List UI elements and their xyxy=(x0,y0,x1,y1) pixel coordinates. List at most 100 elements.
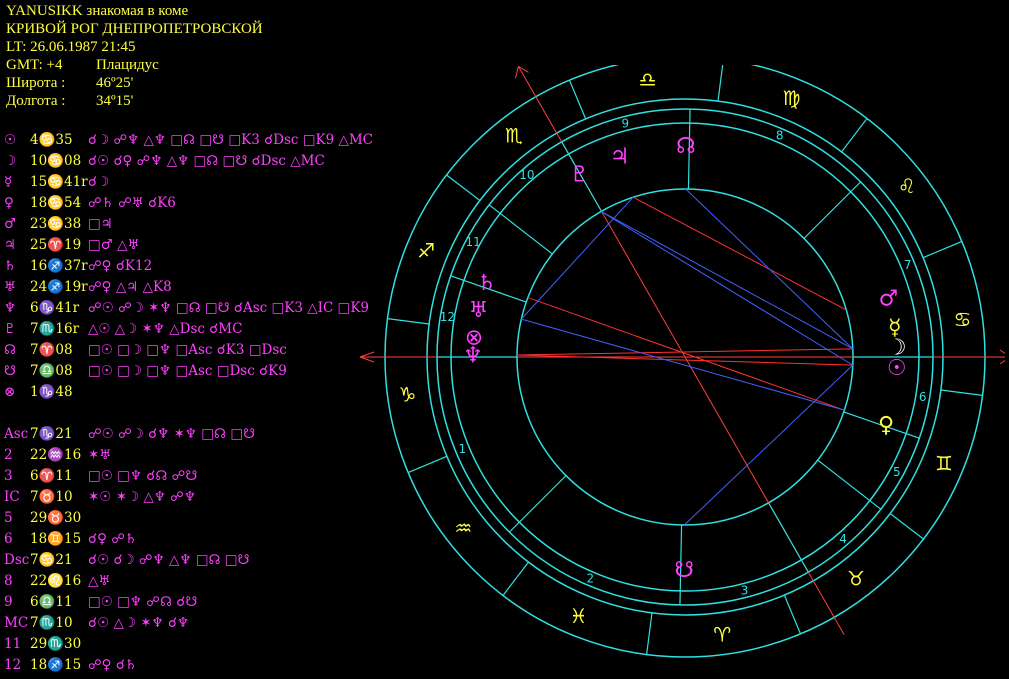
planet-table: ☉ 4♋35 ☌☽ ☍♆ △♆ □☊ □☋ □K3 ☌Dsc □K9 △MC ☽ 10♋… xyxy=(4,130,373,403)
house-label: 12 xyxy=(4,657,22,673)
house-cusp xyxy=(768,502,809,573)
planet-glyph: ☋ xyxy=(674,558,694,583)
planet-position: 25♈19 xyxy=(30,237,82,253)
house-position: 7♑21 xyxy=(30,426,73,442)
house-cusp xyxy=(488,204,553,255)
house-position: 7♉10 xyxy=(30,489,73,505)
house-position: 18♐15 xyxy=(30,657,82,673)
latitude-label: Широта : xyxy=(6,75,66,91)
house-position: 22♌16 xyxy=(30,573,82,589)
longitude-value: 34º15' xyxy=(96,93,134,109)
house-label: 3 xyxy=(4,468,13,484)
house-aspects: ☌☉ ☌☽ ☍♆ △♆ □☊ □☋ xyxy=(88,552,250,568)
sign-boundary xyxy=(940,389,983,396)
sign-boundary xyxy=(502,561,529,596)
zodiac-sign-glyph: ♑ xyxy=(399,382,417,406)
planet-position: 16♐37r xyxy=(30,258,88,274)
house-number: 12 xyxy=(440,310,455,324)
house-row: Asc 7♑21 ☍☉ ☍☽ ☌♆ ✶♆ □☊ □☋ xyxy=(4,424,255,445)
planet-row: ☉ 4♋35 ☌☽ ☍♆ △♆ □☊ □☋ □K3 ☌Dsc □K9 △MC xyxy=(4,130,373,151)
zodiac-sign-glyph: ♋ xyxy=(954,308,972,332)
planet-glyph: ☉ xyxy=(4,132,17,148)
planet-position: 15♋41r xyxy=(30,174,88,190)
aspect-line xyxy=(517,348,853,356)
planet-aspects: ☍♀ ☌K12 xyxy=(88,258,153,274)
house-row: 9 6♎11 □☉ □♆ ☍☊ ☌☋ xyxy=(4,592,255,613)
planet-glyph: ♅ xyxy=(4,279,17,295)
planet-position: 7♎08 xyxy=(30,363,73,379)
house-position: 7♏10 xyxy=(30,615,73,631)
planet-row: ☋ 7♎08 □☉ □☽ □♆ □Asc □Dsc ☌K9 xyxy=(4,361,373,382)
house-position: 6♎11 xyxy=(30,594,73,610)
house-position: 22♒16 xyxy=(30,447,82,463)
planet-glyph: ♅ xyxy=(469,298,489,323)
planet-position: 4♋35 xyxy=(30,132,73,148)
house-number: 1 xyxy=(458,442,466,456)
gmt-offset: GMT: +4 xyxy=(6,57,63,73)
house-label: Dsc xyxy=(4,552,30,568)
planet-aspects: □♂ △♅ xyxy=(88,237,140,253)
house-row: 11 29♏30 xyxy=(4,634,255,655)
house-label: 5 xyxy=(4,510,13,526)
house-aspects: ☌☉ △☽ ✶♆ ☌♆ xyxy=(88,615,190,631)
house-number: 7 xyxy=(904,258,912,272)
planet-glyphs: ☉☽☿♀♂♃♄♅♆♇☊☋⊗ xyxy=(463,134,906,583)
house-number: 9 xyxy=(622,116,630,130)
house-number: 8 xyxy=(776,128,784,142)
house-aspects: △♅ xyxy=(88,573,111,589)
sign-boundary xyxy=(922,240,963,259)
horoscope-wheel: ♈♉♊♋♌♍♎♏♐♑♒♓ 123456789101112 ☉☽☿♀♂♃♄♅♆♇☊… xyxy=(359,65,1005,658)
house-position: 7♋21 xyxy=(30,552,73,568)
house-position: 29♉30 xyxy=(30,510,82,526)
longitude-label: Долгота : xyxy=(6,93,66,109)
zodiac-sign-glyph: ♎ xyxy=(639,67,657,91)
planet-position: 7♈08 xyxy=(30,342,73,358)
house-aspects: ☍☉ ☍☽ ☌♆ ✶♆ □☊ □☋ xyxy=(88,426,256,442)
house-row: IC 7♉10 ✶☉ ✶☽ △♆ ☍♆ xyxy=(4,487,255,508)
planet-glyph: ♂ xyxy=(879,287,899,312)
house-row: 12 18♐15 ☍♀ ☌♄ xyxy=(4,655,255,676)
house-label: 2 xyxy=(4,447,13,463)
planet-glyph: ☋ xyxy=(4,363,16,379)
planet-position: 23♋38 xyxy=(30,216,82,232)
planet-glyph: ☊ xyxy=(676,134,696,159)
aspect-line xyxy=(521,318,845,411)
chart-local-time: LT: 26.06.1987 21:45 xyxy=(6,39,136,55)
sign-boundary xyxy=(387,318,430,325)
planet-row: ☊ 7♈08 □☉ □☽ □♆ □Asc ☌K3 □Dsc xyxy=(4,340,373,361)
planet-row: ♀ 18♋54 ☍♄ ☍♅ ☌K6 xyxy=(4,193,373,214)
zodiac-sign-glyph: ♓ xyxy=(570,604,588,628)
planet-position: 6♑41r xyxy=(30,300,80,316)
sign-boundary xyxy=(646,612,653,655)
planet-glyph: ☿ xyxy=(4,174,13,190)
planet-aspects: ☌☉ ☌♀ ☍♆ △♆ □☊ □☋ ☌Dsc △MC xyxy=(88,153,325,169)
planet-glyph: ♇ xyxy=(569,162,589,187)
aspect-line xyxy=(600,210,854,366)
zodiac-sign-glyph: ♐ xyxy=(417,239,435,263)
house-system: Плацидус xyxy=(96,57,159,73)
planet-aspects: △☉ △☽ ✶♆ △Dsc ☌MC xyxy=(88,321,243,337)
house-aspects: ☍♀ ☌♄ xyxy=(88,657,137,673)
house-label: 8 xyxy=(4,573,13,589)
planet-glyph: ⊗ xyxy=(4,384,16,400)
planet-glyph: ♂ xyxy=(4,216,17,232)
planet-row: ♆ 6♑41r ☍☉ ☍☽ ✶♆ □☊ □☋ ☌Asc □K3 △IC □K9 xyxy=(4,298,373,319)
planet-aspects: □☉ □☽ □♆ □Asc ☌K3 □Dsc xyxy=(88,342,287,358)
sign-boundary xyxy=(568,79,587,120)
planet-position: 24♐19r xyxy=(30,279,88,295)
planet-row: ♃ 25♈19 □♂ △♅ xyxy=(4,235,373,256)
planet-position: 1♑48 xyxy=(30,384,73,400)
planet-row: ☿ 15♋41r ☌☽ xyxy=(4,172,373,193)
house-row: MC 7♏10 ☌☉ △☽ ✶♆ ☌♆ xyxy=(4,613,255,634)
house-label: Asc xyxy=(4,426,29,442)
zodiac-sign-glyph: ♊ xyxy=(935,451,953,475)
zodiac-sign-glyph: ♏ xyxy=(505,123,523,147)
house-aspects: □☉ □♆ ☌☊ ☍☋ xyxy=(88,468,198,484)
sign-boundary xyxy=(407,455,448,474)
planet-glyph: ☿ xyxy=(888,315,902,340)
house-aspects: □☉ □♆ ☍☊ ☌☋ xyxy=(88,594,198,610)
zodiac-sign-glyph: ♒ xyxy=(454,516,472,540)
planet-aspects: ☍☉ ☍☽ ✶♆ □☊ □☋ ☌Asc □K3 △IC □K9 xyxy=(88,300,369,316)
house-label: 6 xyxy=(4,531,13,547)
house-aspects: ✶♅ xyxy=(88,447,112,463)
